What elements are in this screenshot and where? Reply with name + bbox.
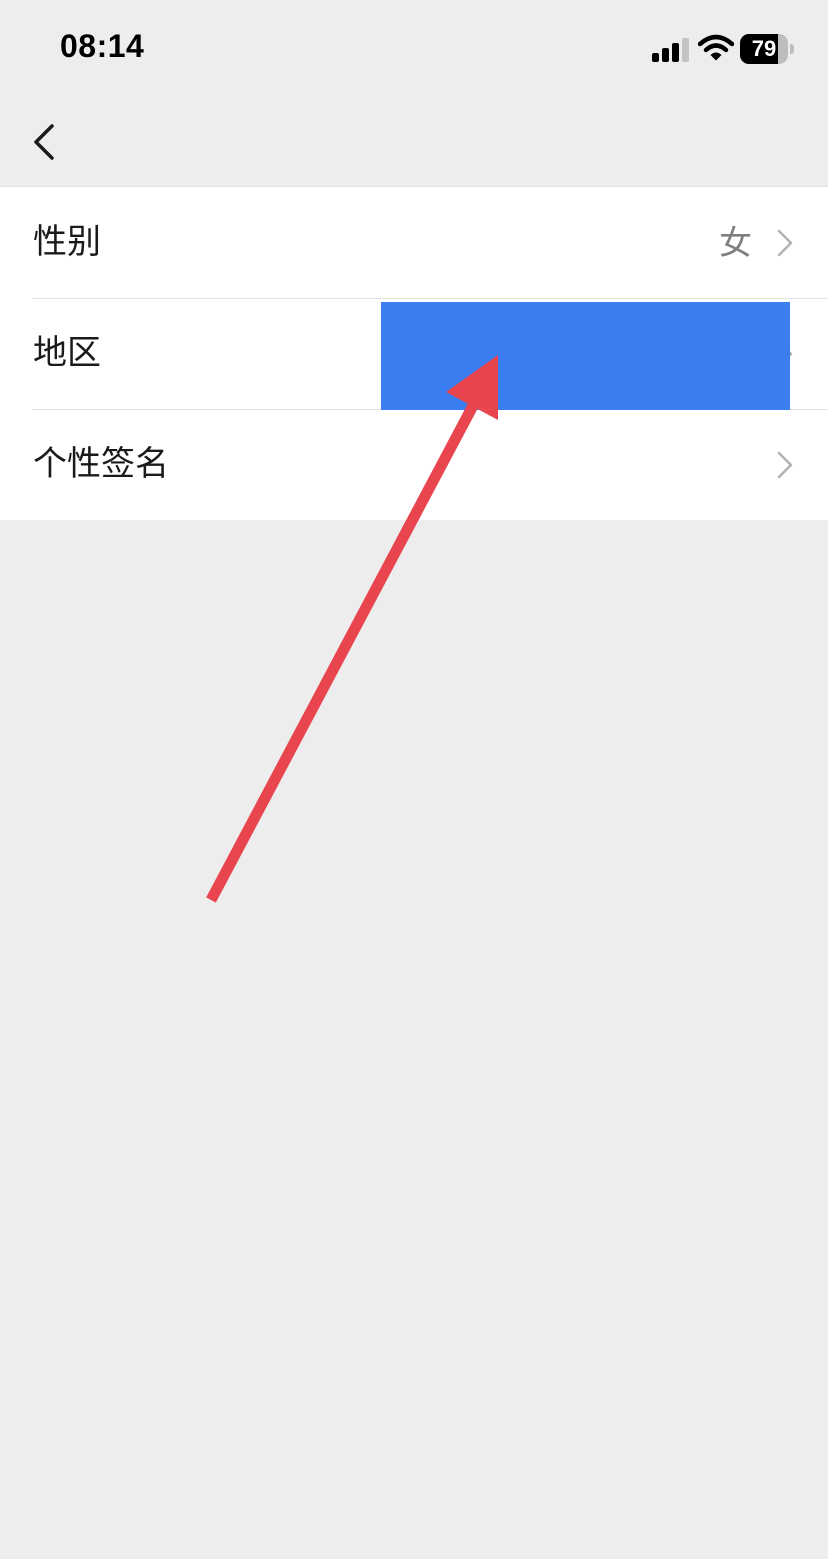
row-gender[interactable]: 性别 女 <box>0 187 828 298</box>
row-signature[interactable]: 个性签名 <box>0 409 828 520</box>
signal-bar <box>682 38 689 62</box>
wifi-icon <box>698 34 734 61</box>
row-label: 个性签名 <box>33 444 169 484</box>
row-label: 性别 <box>33 222 101 262</box>
chevron-right-icon <box>777 451 793 479</box>
battery-body: 79 <box>740 34 788 64</box>
signal-bar <box>672 43 679 62</box>
row-value: 女 <box>719 223 752 262</box>
battery-tip <box>790 44 794 54</box>
status-time: 08:14 <box>60 28 145 64</box>
battery-level: 79 <box>751 36 777 61</box>
chevron-right-icon <box>777 229 793 257</box>
redaction-box <box>381 302 790 410</box>
nav-bar <box>0 96 828 186</box>
chevron-left-icon <box>34 124 54 160</box>
signal-icon <box>652 38 689 62</box>
signal-bar <box>652 53 659 62</box>
status-bar: 08:14 79 <box>0 0 828 96</box>
row-label: 地区 <box>33 333 101 373</box>
signal-bar <box>662 48 669 62</box>
back-button[interactable] <box>22 114 70 170</box>
battery-icon: 79 <box>740 34 796 64</box>
